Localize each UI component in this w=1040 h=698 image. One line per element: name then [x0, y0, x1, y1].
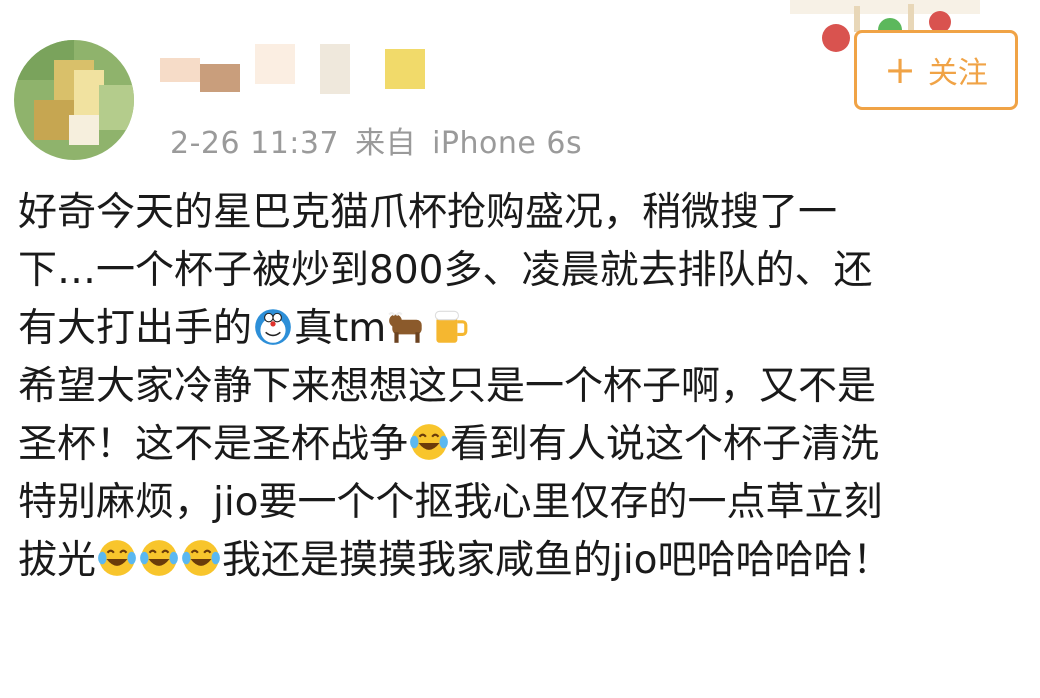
post-line: 有大打出手的 真tm [18, 300, 1028, 358]
post-source-prefix: 来自 [355, 126, 417, 161]
post-text: 拔光 [18, 538, 97, 583]
post-text: 圣杯！这不是圣杯战争 [18, 422, 409, 467]
post-device[interactable]: iPhone 6s [432, 126, 582, 161]
follow-label: 关注 [927, 56, 988, 91]
post-line: 圣杯！这不是圣杯战争 看到有人说这个杯子清洗 [18, 416, 1028, 474]
post-text: 下…一个杯子被炒到800多、凌晨就去排队的、还 [18, 248, 873, 293]
post-text: 有大打出手的 [18, 306, 253, 351]
laugh-cry-emoji [138, 537, 180, 579]
post-line: 拔光 我还是摸摸我家咸鱼的jio吧哈哈哈哈！ [18, 532, 1028, 590]
post-line: 希望大家冷静下来想想这只是一个杯子啊，又不是 [18, 358, 1028, 416]
post-text: 好奇今天的星巴克猫爪杯抢购盛况，稍微搜了一 [18, 190, 838, 235]
post-text: 真tm [294, 306, 387, 351]
plus-icon: + [884, 48, 916, 92]
post-text: 看到有人说这个杯子清洗 [450, 422, 880, 467]
username-redacted[interactable] [160, 44, 440, 94]
ox-emoji [386, 305, 428, 347]
post-body: 好奇今天的星巴克猫爪杯抢购盛况，稍微搜了一 下…一个杯子被炒到800多、凌晨就去排… [18, 184, 1028, 590]
post-text: 我还是摸摸我家咸鱼的jio吧哈哈哈哈！ [222, 538, 892, 583]
laugh-cry-emoji [408, 421, 450, 463]
follow-button[interactable]: + 关注 [854, 30, 1018, 110]
post-text: 希望大家冷静下来想想这只是一个杯子啊，又不是 [18, 364, 877, 409]
post-timestamp: 2-26 11:37 [170, 126, 340, 161]
laugh-cry-emoji [96, 537, 138, 579]
avatar-pixelated[interactable] [14, 40, 134, 160]
post-text: 特别麻烦，jio要一个个抠我心里仅存的一点草立刻 [18, 480, 883, 525]
beer-emoji [428, 305, 470, 347]
post-line: 下…一个杯子被炒到800多、凌晨就去排队的、还 [18, 242, 1028, 300]
post-line: 好奇今天的星巴克猫爪杯抢购盛况，稍微搜了一 [18, 184, 1028, 242]
post-meta: 2-26 11:37 来自 iPhone 6s [170, 118, 582, 162]
post-line: 特别麻烦，jio要一个个抠我心里仅存的一点草立刻 [18, 474, 1028, 532]
laugh-cry-emoji [180, 537, 222, 579]
doraemon-emoji [252, 305, 294, 347]
